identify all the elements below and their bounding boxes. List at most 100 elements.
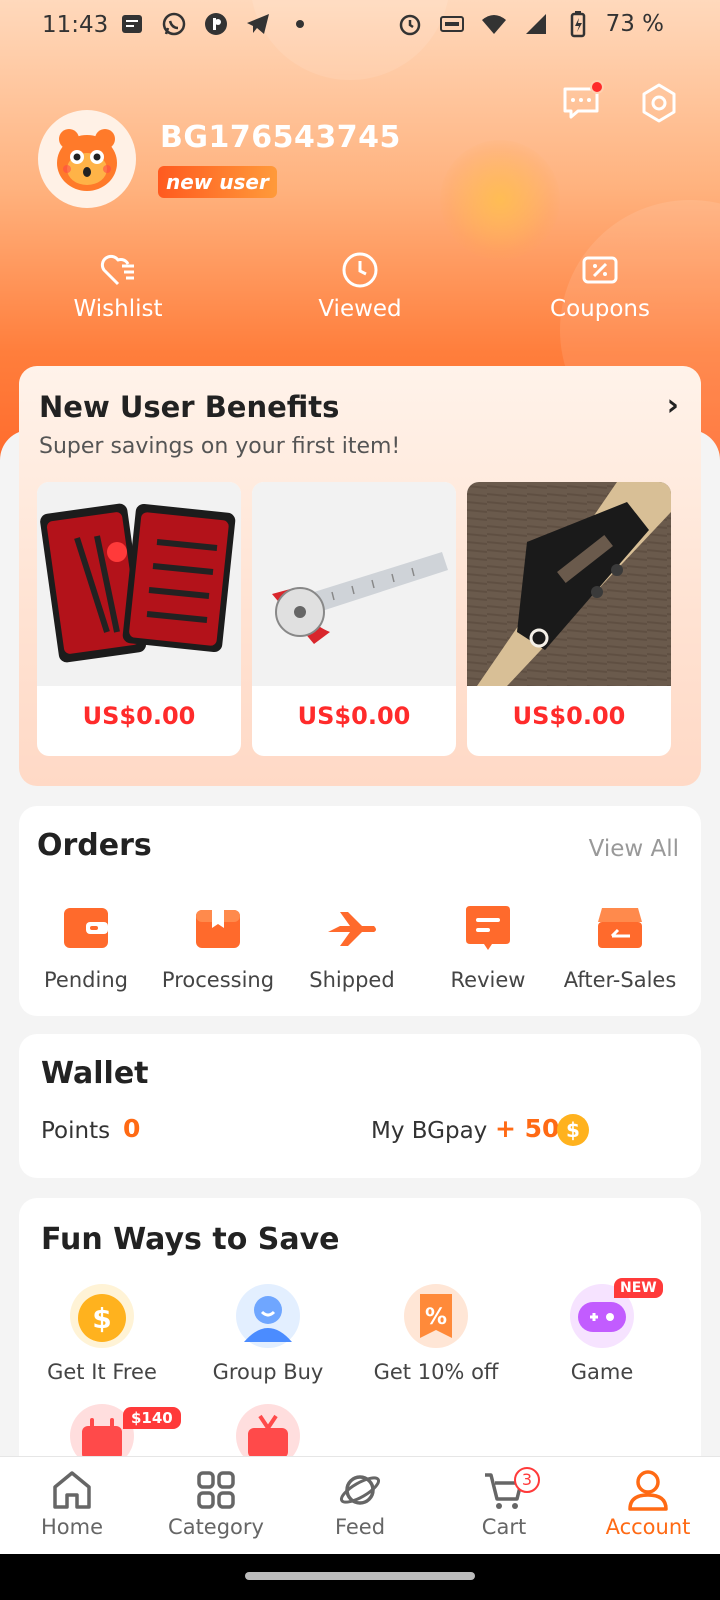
fun-get-it-free-label: Get It Free bbox=[47, 1360, 157, 1384]
quick-links: Wishlist Viewed Coupons bbox=[0, 250, 720, 340]
bgpay-value: + 50 bbox=[495, 1114, 560, 1143]
order-pending[interactable]: Pending bbox=[19, 902, 153, 992]
fun-game[interactable]: NEW Game bbox=[519, 1278, 685, 1384]
orders-title: Orders bbox=[37, 828, 152, 863]
product-card[interactable]: US$0.00 bbox=[467, 482, 671, 756]
nav-account-label: Account bbox=[605, 1515, 691, 1539]
fun-get-10-off[interactable]: % Get 10% off bbox=[353, 1284, 519, 1384]
messages-button[interactable] bbox=[560, 80, 604, 124]
wallet-icon bbox=[64, 908, 108, 948]
product-price: US$0.00 bbox=[297, 702, 411, 730]
points-value: 0 bbox=[123, 1114, 141, 1143]
svg-text:%: % bbox=[425, 1305, 447, 1330]
grid-icon bbox=[197, 1471, 235, 1509]
reward-badge: $140 bbox=[123, 1407, 181, 1429]
avatar[interactable] bbox=[38, 110, 136, 208]
fun-title: Fun Ways to Save bbox=[41, 1222, 340, 1257]
wishlist-link[interactable]: Wishlist bbox=[38, 250, 198, 322]
person-icon bbox=[628, 1470, 668, 1511]
bottom-nav: Home Category Feed 3 Cart Account bbox=[0, 1456, 720, 1554]
person-icon bbox=[236, 1284, 300, 1348]
nav-cart-label: Cart bbox=[481, 1515, 527, 1539]
battery-percent: 73 % bbox=[605, 11, 664, 37]
wallet-card[interactable]: Wallet Points 0 My BGpay + 50 $ bbox=[19, 1034, 701, 1178]
order-review[interactable]: Review bbox=[421, 902, 555, 992]
heart-list-icon bbox=[100, 254, 134, 286]
benefits-subtitle: Super savings on your first item! bbox=[39, 434, 401, 459]
new-badge: NEW bbox=[614, 1278, 663, 1298]
product-card[interactable]: US$0.00 bbox=[37, 482, 241, 756]
notification-dot bbox=[590, 80, 604, 94]
chevron-right-icon[interactable]: › bbox=[667, 388, 679, 423]
wifi-icon bbox=[481, 15, 506, 34]
orders-card: Orders View All Pending Processing Shipp… bbox=[19, 806, 701, 1016]
order-after-sales-label: After-Sales bbox=[563, 968, 677, 992]
app-icon bbox=[205, 13, 227, 35]
product-price: US$0.00 bbox=[82, 702, 196, 730]
fun-get-10-off-label: Get 10% off bbox=[373, 1360, 499, 1384]
order-shipped[interactable]: Shipped bbox=[285, 902, 419, 992]
view-all-link[interactable]: View All bbox=[589, 836, 679, 862]
percent-tag-icon: % bbox=[404, 1284, 468, 1348]
plane-icon bbox=[328, 912, 376, 946]
black-jig-image bbox=[467, 482, 671, 686]
product-price: US$0.00 bbox=[512, 702, 626, 730]
nav-category[interactable]: Category bbox=[144, 1467, 288, 1539]
dot-icon bbox=[296, 20, 304, 28]
svg-text:$: $ bbox=[92, 1302, 111, 1335]
order-after-sales[interactable]: After-Sales bbox=[553, 902, 687, 992]
nav-home[interactable]: Home bbox=[0, 1467, 144, 1539]
mascot-avatar-icon bbox=[57, 129, 117, 191]
nav-cart[interactable]: 3 Cart bbox=[432, 1467, 576, 1539]
username: BG176543745 bbox=[160, 120, 401, 155]
nav-feed-label: Feed bbox=[334, 1515, 386, 1539]
gear-icon bbox=[642, 83, 676, 123]
order-processing[interactable]: Processing bbox=[151, 902, 285, 992]
order-shipped-label: Shipped bbox=[309, 968, 395, 992]
bgpay-label: My BGpay bbox=[371, 1118, 488, 1144]
fun-group-buy[interactable]: Group Buy bbox=[185, 1284, 351, 1384]
product-card[interactable]: US$0.00 bbox=[252, 482, 456, 756]
volte-icon bbox=[439, 16, 464, 32]
coupons-link[interactable]: Coupons bbox=[520, 250, 680, 322]
coupon-icon bbox=[582, 256, 618, 284]
benefits-title: New User Benefits bbox=[39, 390, 340, 424]
signal-icon bbox=[525, 14, 546, 34]
nav-feed[interactable]: Feed bbox=[288, 1467, 432, 1539]
status-bar: 11:43 73 % bbox=[0, 0, 720, 54]
fun-get-it-free[interactable]: $ Get It Free bbox=[19, 1284, 185, 1384]
fun-game-label: Game bbox=[570, 1360, 634, 1384]
home-gesture-pill[interactable] bbox=[245, 1572, 475, 1580]
clock-icon bbox=[342, 252, 378, 288]
order-review-label: Review bbox=[450, 968, 526, 992]
system-nav-bar bbox=[0, 1554, 720, 1600]
viewed-link[interactable]: Viewed bbox=[280, 250, 440, 322]
coupons-label: Coupons bbox=[550, 296, 650, 322]
decor-glow bbox=[440, 140, 560, 260]
viewed-label: Viewed bbox=[318, 296, 402, 322]
ruler-protractor-image bbox=[252, 482, 456, 686]
status-time: 11:43 bbox=[42, 12, 109, 38]
home-icon bbox=[53, 1471, 91, 1509]
coin-icon: $ bbox=[557, 1114, 589, 1146]
user-tag-badge: new user bbox=[158, 166, 277, 198]
nav-home-label: Home bbox=[40, 1515, 103, 1539]
alarm-icon bbox=[399, 14, 420, 36]
return-box-icon bbox=[598, 908, 642, 948]
nav-account[interactable]: Account bbox=[576, 1467, 720, 1539]
new-user-benefits-card[interactable]: New User Benefits Super savings on your … bbox=[19, 366, 701, 786]
points-label: Points bbox=[41, 1118, 111, 1144]
order-processing-label: Processing bbox=[161, 968, 275, 992]
planet-icon bbox=[339, 1475, 381, 1505]
telegram-icon bbox=[247, 14, 269, 34]
settings-button[interactable] bbox=[638, 82, 680, 124]
battery-icon bbox=[570, 11, 585, 38]
notes-icon bbox=[122, 15, 142, 33]
whatsapp-icon bbox=[162, 12, 186, 36]
nav-category-label: Category bbox=[168, 1515, 264, 1539]
wishlist-label: Wishlist bbox=[73, 296, 163, 322]
box-icon bbox=[196, 910, 240, 948]
dollar-coin-icon: $ bbox=[70, 1284, 134, 1348]
cart-count-badge: 3 bbox=[514, 1467, 540, 1493]
fun-group-buy-label: Group Buy bbox=[212, 1360, 324, 1384]
